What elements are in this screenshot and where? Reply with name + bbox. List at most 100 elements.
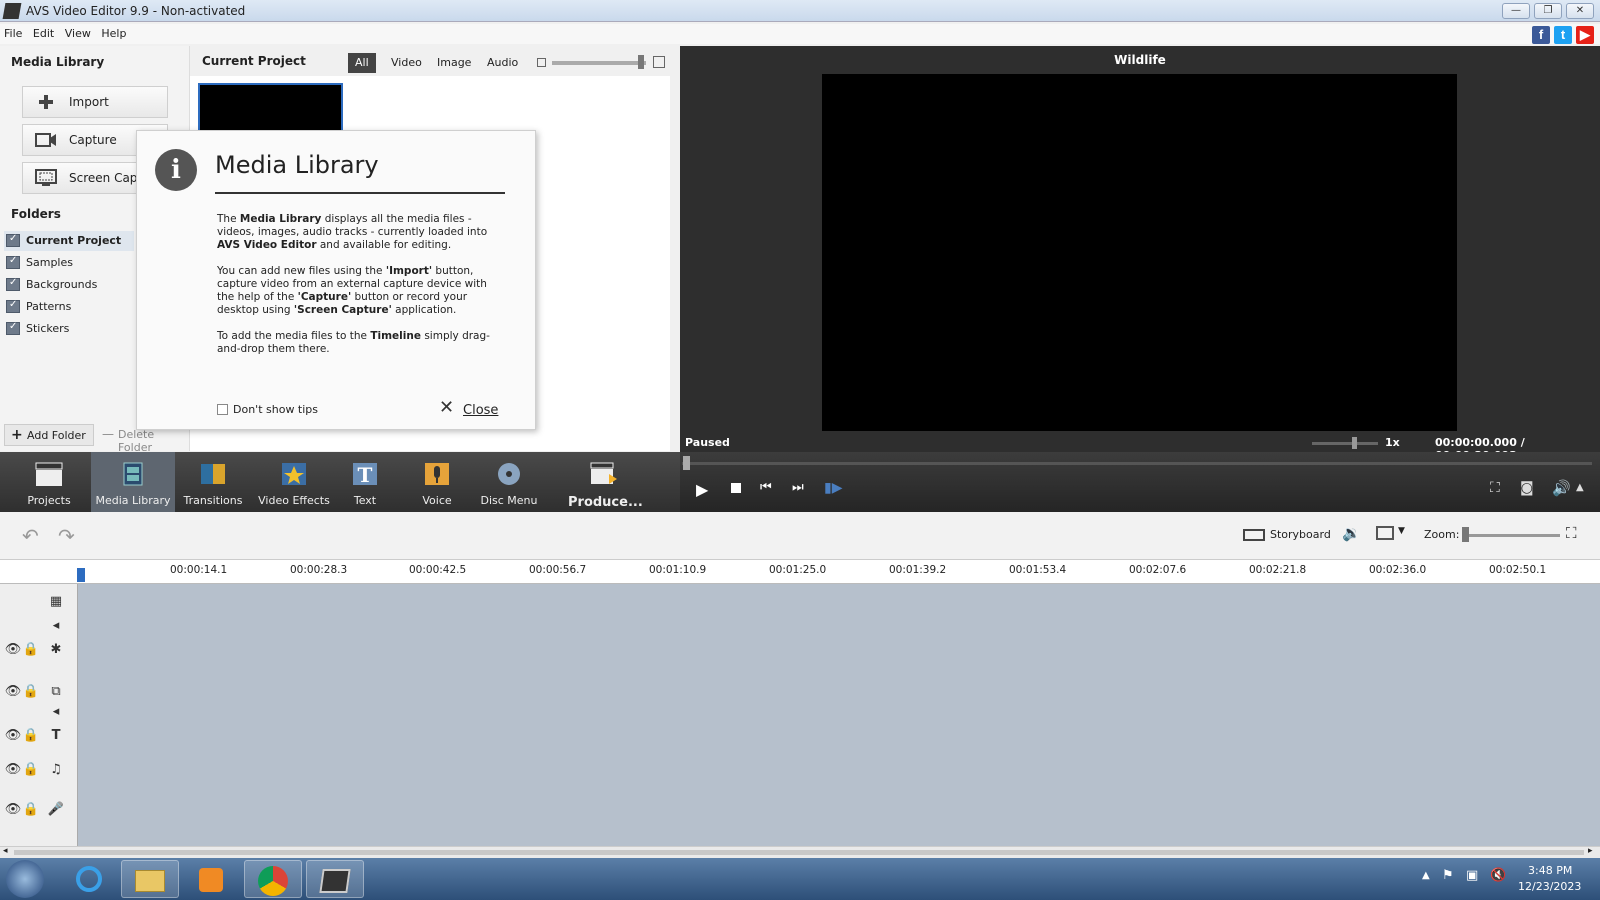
close-x-icon[interactable]: ✕ xyxy=(439,397,454,418)
menu-edit[interactable]: Edit xyxy=(29,24,57,40)
close-window-button[interactable]: ✕ xyxy=(1566,3,1594,19)
filter-image[interactable]: Image xyxy=(430,53,478,73)
minimize-button[interactable]: — xyxy=(1502,3,1530,19)
zoom-handle[interactable] xyxy=(1462,527,1469,542)
audio-mixer-icon[interactable]: 🔉 xyxy=(1342,524,1361,542)
folder-check-icon xyxy=(6,277,20,291)
storyboard-icon[interactable] xyxy=(1243,529,1265,541)
svg-text:T: T xyxy=(358,463,373,487)
monitor-icon[interactable] xyxy=(1376,526,1394,540)
lock-icon[interactable]: 🔒 xyxy=(22,802,40,817)
scroll-thumb[interactable] xyxy=(14,850,1584,855)
volume-muted-icon[interactable]: 🔇 xyxy=(1490,868,1506,883)
video-preview[interactable] xyxy=(822,74,1457,431)
zoom-slider[interactable] xyxy=(1462,534,1560,537)
scroll-right-icon[interactable]: ▸ xyxy=(1588,846,1593,856)
eye-icon[interactable]: 👁 xyxy=(4,684,22,699)
media-thumbnail[interactable] xyxy=(198,83,343,133)
scroll-left-icon[interactable]: ◂ xyxy=(3,846,8,856)
tool-projects[interactable]: Projects xyxy=(14,452,84,512)
network-icon[interactable]: ▣ xyxy=(1466,868,1478,883)
avs-editor-taskbar-icon[interactable] xyxy=(306,860,364,898)
speed-slider[interactable] xyxy=(1312,442,1378,445)
filter-all[interactable]: All xyxy=(348,53,376,73)
menu-file[interactable]: File xyxy=(0,24,25,40)
small-thumb-icon[interactable] xyxy=(537,58,546,67)
eye-icon[interactable]: 👁 xyxy=(4,728,22,743)
seek-bar[interactable] xyxy=(682,462,1592,465)
filter-video[interactable]: Video xyxy=(384,53,429,73)
folder-samples[interactable]: Samples xyxy=(4,253,134,273)
audio-mute-icon[interactable]: ◂ xyxy=(47,618,65,633)
tray-arrow-icon[interactable]: ▲ xyxy=(1422,870,1430,881)
import-button[interactable]: Import xyxy=(22,86,168,118)
thumbnail-size-slider[interactable] xyxy=(552,61,646,65)
seek-handle[interactable] xyxy=(683,456,690,470)
redo-icon[interactable]: ↷ xyxy=(58,524,75,548)
folder-current-project[interactable]: Current Project xyxy=(4,231,134,251)
folder-stickers[interactable]: Stickers xyxy=(4,319,134,339)
lock-icon[interactable]: 🔒 xyxy=(22,762,40,777)
dont-show-checkbox[interactable] xyxy=(217,404,228,415)
tip-close-button[interactable]: Close xyxy=(463,403,498,418)
play-to-end-icon[interactable]: ▮▶ xyxy=(824,480,842,496)
previous-frame-icon[interactable]: ⏮ xyxy=(760,480,772,495)
file-explorer-icon[interactable] xyxy=(121,860,179,898)
clock-date[interactable]: 12/23/2023 xyxy=(1518,880,1581,893)
restore-button[interactable]: ❐ xyxy=(1534,3,1562,19)
tool-video-effects[interactable]: Video Effects xyxy=(254,452,334,512)
eye-icon[interactable]: 👁 xyxy=(4,762,22,777)
menu-help[interactable]: Help xyxy=(97,24,129,40)
facebook-icon[interactable]: f xyxy=(1532,26,1550,44)
speed-handle[interactable] xyxy=(1352,437,1357,449)
tool-voice[interactable]: Voice xyxy=(412,452,462,512)
playhead[interactable] xyxy=(77,568,85,582)
folder-patterns[interactable]: Patterns xyxy=(4,297,134,317)
play-icon[interactable]: ▶ xyxy=(696,480,708,499)
lock-icon[interactable]: 🔒 xyxy=(22,728,40,743)
tool-transitions[interactable]: Transitions xyxy=(178,452,248,512)
slider-handle[interactable] xyxy=(638,55,644,69)
stop-icon[interactable] xyxy=(731,483,741,493)
tool-media-library[interactable]: Media Library xyxy=(91,452,175,512)
tip-paragraph-3: To add the media files to the Timeline s… xyxy=(217,330,490,355)
twitter-icon[interactable]: t xyxy=(1554,26,1572,44)
storyboard-button[interactable]: Storyboard xyxy=(1270,528,1331,541)
produce-icon xyxy=(590,462,617,484)
add-folder-button[interactable]: + Add Folder xyxy=(4,424,94,446)
undo-icon[interactable]: ↶ xyxy=(22,524,39,548)
lock-icon[interactable]: 🔒 xyxy=(22,684,40,699)
dropdown-arrow-icon[interactable]: ▼ xyxy=(1398,526,1405,536)
tool-label: Disc Menu xyxy=(480,494,538,507)
clock-time[interactable]: 3:48 PM xyxy=(1528,864,1572,877)
audio-mute-icon[interactable]: ◂ xyxy=(47,704,65,719)
text-track-icon: T xyxy=(51,728,61,743)
tool-produce[interactable]: Produce... xyxy=(568,452,643,512)
eye-icon[interactable]: 👁 xyxy=(4,802,22,817)
media-player-icon[interactable] xyxy=(182,860,240,898)
timeline-scrollbar[interactable]: ◂ ▸ xyxy=(0,846,1600,858)
action-center-icon[interactable]: ⚑ xyxy=(1442,868,1454,883)
fit-timeline-icon[interactable]: ⛶ xyxy=(1566,524,1577,542)
tool-label: Transitions xyxy=(183,494,243,507)
tool-text[interactable]: T Text xyxy=(340,452,390,512)
volume-arrow-icon[interactable]: ▲ xyxy=(1576,482,1584,493)
clapperboard-icon xyxy=(35,462,63,486)
chrome-icon[interactable] xyxy=(244,860,302,898)
volume-icon[interactable]: 🔊 xyxy=(1552,479,1571,497)
tool-disc-menu[interactable]: Disc Menu xyxy=(478,452,540,512)
start-button[interactable] xyxy=(6,860,44,898)
menu-view[interactable]: View xyxy=(61,24,94,40)
internet-explorer-icon[interactable] xyxy=(60,860,118,898)
folder-backgrounds[interactable]: Backgrounds xyxy=(4,275,134,295)
lock-icon[interactable]: 🔒 xyxy=(22,642,40,657)
filter-audio[interactable]: Audio xyxy=(480,53,525,73)
timeline-ruler[interactable]: 00:00:14.1 00:00:28.3 00:00:42.5 00:00:5… xyxy=(0,560,1600,584)
timeline-tracks[interactable] xyxy=(78,584,1600,846)
next-frame-icon[interactable]: ⏭ xyxy=(792,480,804,495)
snapshot-icon[interactable]: ◙ xyxy=(1520,480,1534,496)
fullscreen-icon[interactable]: ⛶ xyxy=(1490,480,1500,496)
youtube-icon[interactable]: ▶ xyxy=(1576,26,1594,44)
eye-icon[interactable]: 👁 xyxy=(4,642,22,657)
large-thumb-icon[interactable] xyxy=(653,56,665,68)
